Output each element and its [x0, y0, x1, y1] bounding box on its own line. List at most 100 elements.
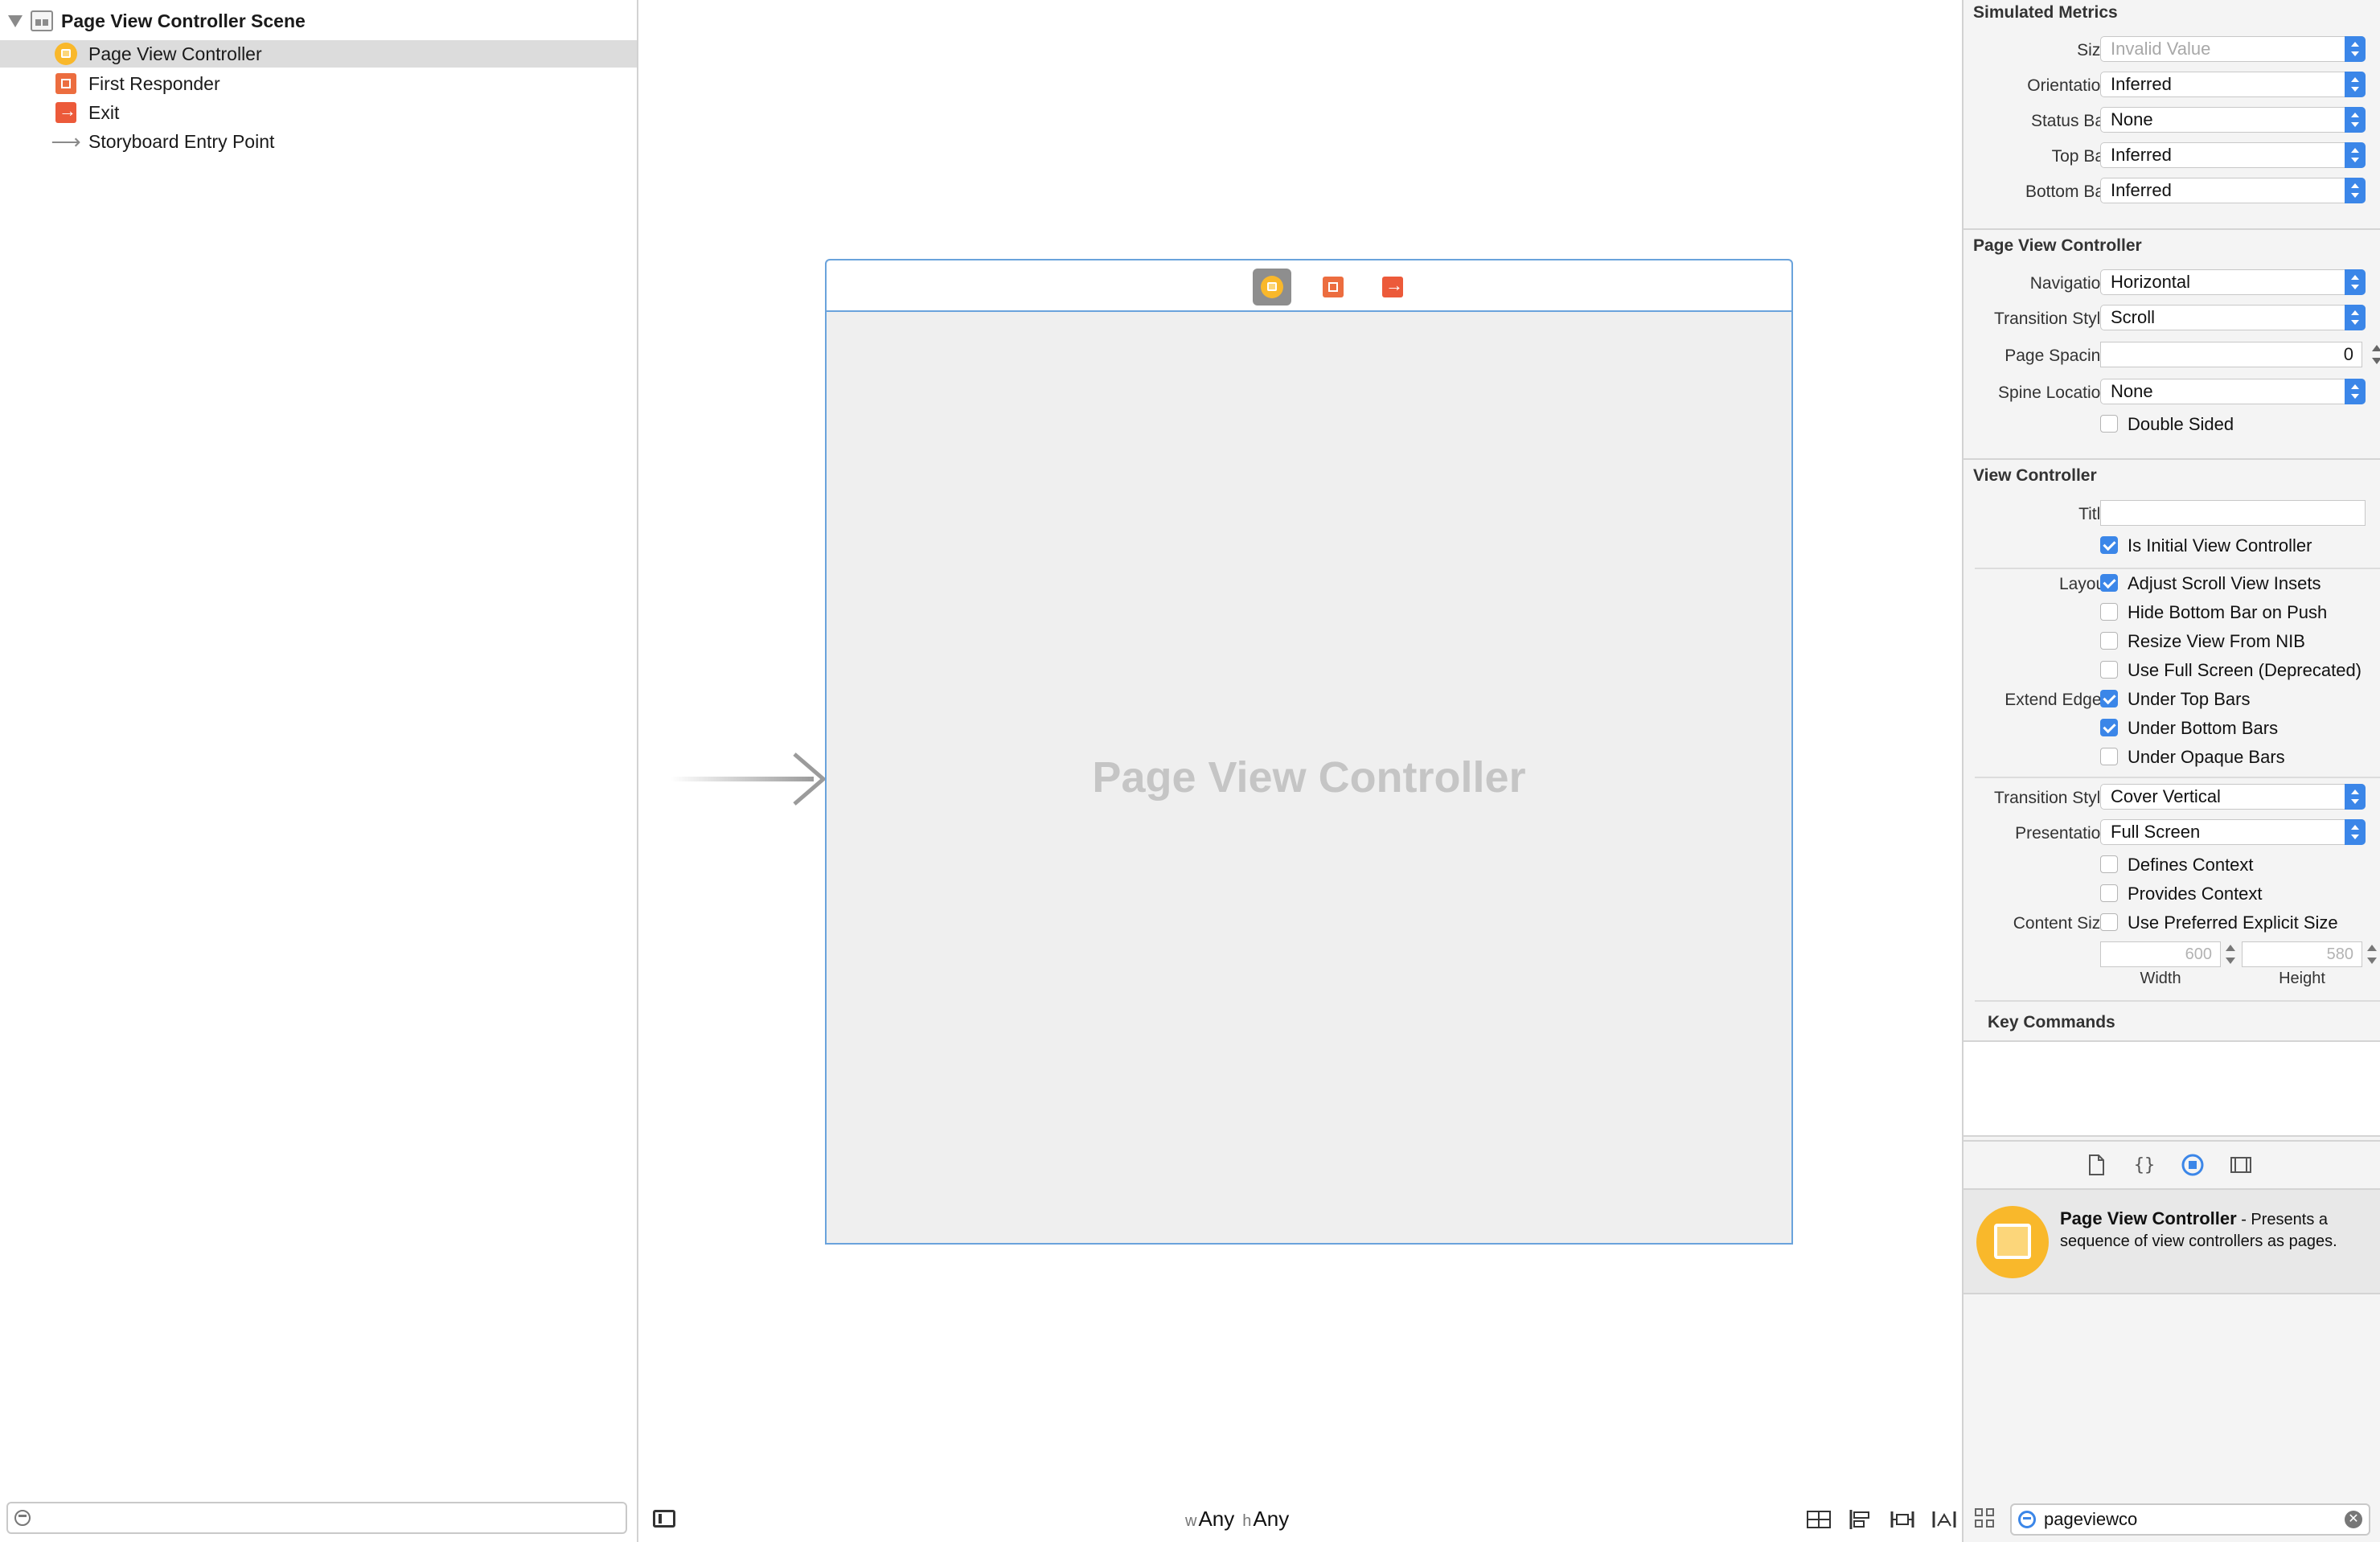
top-bar-row: Top Bar Inferred [1964, 142, 2380, 170]
library-item-description: Page View Controller - Presents a sequen… [2060, 1208, 2337, 1250]
clear-icon[interactable]: ✕ [2345, 1511, 2362, 1528]
stack-view-icon[interactable] [1806, 1508, 1832, 1531]
filter-icon [2018, 1511, 2036, 1528]
presentation-popup[interactable]: Full Screen [2100, 819, 2366, 845]
defines-context-checkbox[interactable] [2100, 855, 2118, 873]
dock-exit-icon[interactable] [1373, 269, 1412, 306]
entry-arrow-icon: ⟶ [51, 129, 81, 154]
scene-icon [31, 10, 53, 31]
size-row: Size Invalid Value [1964, 36, 2380, 64]
resolve-issues-icon[interactable] [1931, 1508, 1957, 1531]
width-stepper[interactable] [2226, 943, 2235, 966]
popup-stepper-icon [2345, 305, 2366, 330]
content-size-fields: 600 580 [1964, 941, 2380, 969]
disclosure-triangle-icon[interactable] [8, 14, 23, 27]
full-screen-checkbox[interactable] [2100, 661, 2118, 679]
dock-page-view-controller-icon[interactable] [1253, 269, 1291, 306]
popup-stepper-icon [2345, 142, 2366, 168]
popup-stepper-icon [2345, 36, 2366, 62]
scene-title: Page View Controller Scene [61, 10, 306, 31]
page-spacing-field[interactable]: 0 [2100, 342, 2362, 367]
divider [1964, 458, 2380, 460]
page-spacing-row: Page Spacing 0 [1964, 342, 2380, 369]
popup-stepper-icon [2345, 178, 2366, 203]
status-bar-row: Status Bar None [1964, 107, 2380, 134]
exit-icon [55, 100, 77, 124]
double-sided-row: Double Sided [1964, 411, 2380, 438]
toggle-outline-icon[interactable] [653, 1510, 675, 1528]
outline-item-exit[interactable]: Exit [0, 99, 637, 126]
navigation-popup[interactable]: Horizontal [2100, 269, 2366, 295]
divider [1964, 228, 2380, 230]
outline-item-first-responder[interactable]: First Responder [0, 70, 637, 97]
presentation-row: Presentation Full Screen [1964, 819, 2380, 847]
hide-bottom-bar-row: Hide Bottom Bar on Push [1964, 599, 2380, 626]
size-class-control[interactable]: wAny hAny [1185, 1507, 1289, 1532]
entry-point-arrow-icon[interactable] [790, 751, 828, 807]
dock-first-responder-icon[interactable] [1314, 269, 1352, 306]
under-top-bars-checkbox[interactable] [2100, 690, 2118, 707]
file-template-icon[interactable] [2084, 1153, 2108, 1177]
canvas-bottom-bar: wAny hAny [638, 1500, 1962, 1542]
spine-location-row: Spine Location None [1964, 379, 2380, 406]
filter-icon [14, 1510, 31, 1526]
library-item-page-view-controller[interactable]: Page View Controller - Presents a sequen… [1964, 1188, 2380, 1294]
popup-stepper-icon [2345, 379, 2366, 404]
code-snippet-icon[interactable]: {} [2132, 1153, 2156, 1177]
height-stepper[interactable] [2367, 943, 2377, 966]
popup-stepper-icon [2345, 784, 2366, 810]
object-library-icon[interactable] [2181, 1153, 2205, 1177]
align-icon[interactable] [1848, 1508, 1873, 1531]
library-filter-bar: pageviewco ✕ [1964, 1499, 2380, 1542]
key-commands-table[interactable] [1964, 1040, 2380, 1137]
divider [1975, 568, 2380, 569]
divider [1975, 1000, 2380, 1002]
is-initial-checkbox[interactable] [2100, 536, 2118, 554]
status-bar-popup[interactable]: None [2100, 107, 2366, 133]
scene-row[interactable]: Page View Controller Scene [0, 5, 635, 37]
attributes-inspector: Simulated Metrics Size Invalid Value Ori… [1962, 0, 2380, 1542]
top-bar-popup[interactable]: Inferred [2100, 142, 2366, 168]
pvc-transition-style-row: Transition Style Scroll [1964, 305, 2380, 332]
size-popup[interactable]: Invalid Value [2100, 36, 2366, 62]
page-view-controller-scene[interactable]: Page View Controller [825, 259, 1793, 1245]
bottom-bar-popup[interactable]: Inferred [2100, 178, 2366, 203]
outline-item-page-view-controller[interactable]: Page View Controller [0, 40, 637, 68]
page-view-controller-icon [55, 43, 77, 65]
double-sided-checkbox[interactable] [2100, 415, 2118, 433]
spine-location-popup[interactable]: None [2100, 379, 2366, 404]
vc-transition-style-popup[interactable]: Cover Vertical [2100, 784, 2366, 810]
first-responder-icon [55, 72, 77, 95]
is-initial-row: Is Initial View Controller [1964, 532, 2380, 560]
navigation-row: Navigation Horizontal [1964, 269, 2380, 297]
page-spacing-stepper[interactable] [2372, 343, 2380, 366]
pvc-transition-style-popup[interactable]: Scroll [2100, 305, 2366, 330]
adjust-insets-checkbox[interactable] [2100, 574, 2118, 592]
title-field[interactable] [2100, 500, 2366, 526]
hide-bottom-bar-checkbox[interactable] [2100, 603, 2118, 621]
preferred-size-checkbox[interactable] [2100, 913, 2118, 931]
resize-nib-row: Resize View From NIB [1964, 628, 2380, 655]
section-header-simulated-metrics: Simulated Metrics [1973, 3, 2118, 22]
svg-text:{}: {} [2134, 1155, 2156, 1175]
grid-view-icon[interactable] [1975, 1508, 1996, 1529]
outline-filter-input[interactable] [6, 1502, 627, 1534]
width-field[interactable]: 600 [2100, 941, 2221, 967]
library-filter-input[interactable]: pageviewco ✕ [2010, 1503, 2370, 1536]
canvas-tools [1806, 1508, 1957, 1531]
storyboard-canvas[interactable]: Page View Controller wAnyhAny [638, 0, 1962, 1542]
height-field[interactable]: 580 [2242, 941, 2362, 967]
pin-icon[interactable] [1890, 1508, 1915, 1531]
full-screen-row: Use Full Screen (Deprecated) [1964, 657, 2380, 684]
adjust-insets-row: Layout Adjust Scroll View Insets [2058, 573, 2321, 593]
media-library-icon[interactable] [2229, 1153, 2253, 1177]
provides-context-checkbox[interactable] [2100, 884, 2118, 902]
scene-dock [827, 260, 1791, 312]
orientation-popup[interactable]: Inferred [2100, 72, 2366, 97]
outline-item-storyboard-entry-point[interactable]: ⟶ Storyboard Entry Point [0, 128, 637, 155]
vc-transition-style-row: Transition Style Cover Vertical [1964, 784, 2380, 811]
under-opaque-bars-checkbox[interactable] [2100, 748, 2118, 765]
resize-nib-checkbox[interactable] [2100, 632, 2118, 650]
divider [1975, 777, 2380, 778]
under-bottom-bars-checkbox[interactable] [2100, 719, 2118, 736]
